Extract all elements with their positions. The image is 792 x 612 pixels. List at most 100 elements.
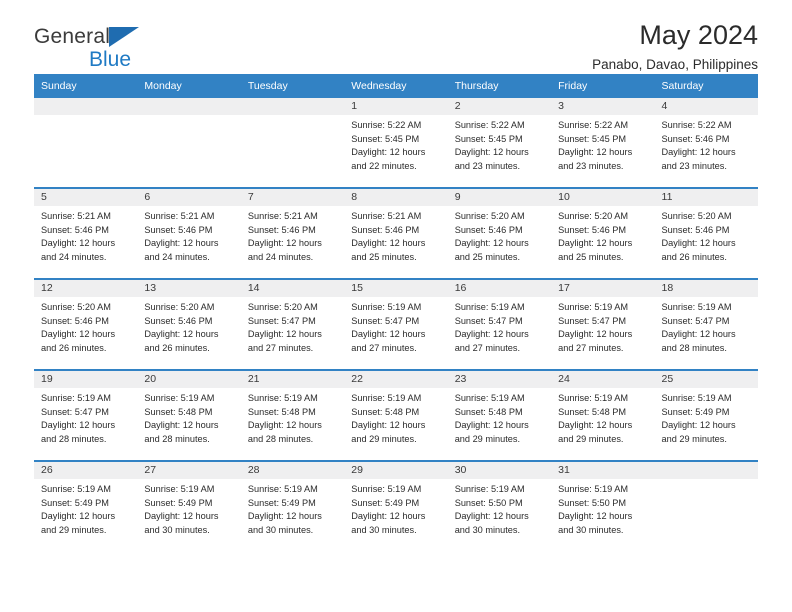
sunrise-text: Sunrise: 5:20 AM (247, 302, 318, 312)
sunrise-text: Sunrise: 5:19 AM (558, 302, 629, 312)
day-cell-content: 11 Sunrise: 5:20 AM Sunset: 5:46 PM Dayligh… (654, 189, 758, 278)
calendar-day-cell[interactable]: 21 Sunrise: 5:19 AM Sunset: 5:48 PM Dayligh… (240, 371, 345, 460)
calendar-day-cell[interactable]: 23 Sunrise: 5:19 AM Sunset: 5:48 PM Dayligh… (447, 371, 552, 460)
calendar-day-cell[interactable]: 28 Sunrise: 5:19 AM Sunset: 5:49 PM Dayligh… (240, 462, 345, 551)
calendar-day-cell[interactable]: 14 Sunrise: 5:20 AM Sunset: 5:47 PM Dayligh… (240, 280, 345, 369)
daylight-text-line2: and 28 minutes. (661, 342, 727, 353)
daylight-text-line1: Daylight: 12 hours (247, 420, 322, 431)
day-number: 13 (137, 280, 241, 297)
daylight-text-line2: and 28 minutes. (144, 433, 210, 444)
daylight-text-line1: Daylight: 12 hours (558, 329, 633, 340)
calendar-day-cell[interactable]: 3 Sunrise: 5:22 AM Sunset: 5:45 PM Daylight… (551, 98, 655, 187)
day-cell-content: 9 Sunrise: 5:20 AM Sunset: 5:46 PM Daylight… (447, 189, 552, 278)
daylight-text-line2: and 26 minutes. (41, 342, 107, 353)
daylight-text-line2: and 26 minutes. (661, 251, 727, 262)
sunrise-text: Sunrise: 5:19 AM (454, 484, 525, 494)
calendar-day-cell[interactable]: 6 Sunrise: 5:21 AM Sunset: 5:46 PM Daylight… (137, 189, 241, 278)
daylight-text-line2: and 24 minutes. (247, 251, 314, 262)
day-number: 3 (551, 98, 655, 115)
day-cell-content: 26 Sunrise: 5:19 AM Sunset: 5:49 PM Dayligh… (34, 462, 138, 551)
weekday-header-tuesday: Tuesday (240, 74, 345, 98)
general-blue-logo[interactable]: General Blue (34, 26, 244, 74)
calendar-day-cell[interactable]: 25 Sunrise: 5:19 AM Sunset: 5:49 PM Dayligh… (654, 371, 758, 460)
sunrise-text: Sunrise: 5:19 AM (661, 393, 732, 403)
daylight-text-line2: and 28 minutes. (41, 433, 107, 444)
day-number: 15 (344, 280, 448, 297)
calendar-day-cell[interactable]: 24 Sunrise: 5:19 AM Sunset: 5:48 PM Dayligh… (551, 371, 655, 460)
daylight-text-line2: and 25 minutes. (351, 251, 417, 262)
sunrise-text: Sunrise: 5:21 AM (144, 211, 215, 221)
day-sun-info: Sunrise: 5:22 AM Sunset: 5:45 PM Daylight:… (344, 115, 447, 173)
day-cell-content: 8 Sunrise: 5:21 AM Sunset: 5:46 PM Daylight… (344, 189, 448, 278)
day-number: 16 (447, 280, 552, 297)
day-sun-info: Sunrise: 5:22 AM Sunset: 5:45 PM Daylight:… (448, 115, 551, 173)
daylight-text-line1: Daylight: 12 hours (661, 420, 736, 431)
calendar-day-cell[interactable]: 31 Sunrise: 5:19 AM Sunset: 5:50 PM Dayligh… (551, 462, 655, 551)
daylight-text-line1: Daylight: 12 hours (558, 511, 633, 522)
sunset-text: Sunset: 5:49 PM (247, 497, 316, 508)
daylight-text-line2: and 23 minutes. (558, 160, 624, 171)
calendar-day-cell[interactable]: 10 Sunrise: 5:20 AM Sunset: 5:46 PM Dayligh… (551, 189, 655, 278)
daylight-text-line2: and 29 minutes. (41, 524, 107, 535)
daylight-text-line1: Daylight: 12 hours (454, 238, 529, 249)
calendar-day-cell[interactable]: 19 Sunrise: 5:19 AM Sunset: 5:47 PM Dayligh… (34, 371, 138, 460)
daylight-text-line1: Daylight: 12 hours (351, 329, 426, 340)
day-sun-info: Sunrise: 5:20 AM Sunset: 5:46 PM Daylight:… (551, 206, 654, 264)
calendar-day-cell[interactable]: 18 Sunrise: 5:19 AM Sunset: 5:47 PM Dayligh… (654, 280, 758, 369)
calendar-day-cell[interactable]: 1 Sunrise: 5:22 AM Sunset: 5:45 PM Daylight… (344, 98, 448, 187)
daylight-text-line1: Daylight: 12 hours (351, 511, 426, 522)
day-sun-info: Sunrise: 5:19 AM Sunset: 5:48 PM Daylight:… (137, 388, 240, 446)
sunrise-text: Sunrise: 5:22 AM (558, 120, 629, 130)
day-number: 25 (654, 371, 758, 388)
sunset-text: Sunset: 5:49 PM (41, 497, 109, 508)
day-cell-content: 19 Sunrise: 5:19 AM Sunset: 5:47 PM Dayligh… (34, 371, 138, 460)
calendar-day-cell[interactable]: 16 Sunrise: 5:19 AM Sunset: 5:47 PM Dayligh… (447, 280, 552, 369)
calendar-day-cell[interactable]: 2 Sunrise: 5:22 AM Sunset: 5:45 PM Daylight… (447, 98, 552, 187)
calendar-day-cell[interactable]: 12 Sunrise: 5:20 AM Sunset: 5:46 PM Dayligh… (34, 280, 138, 369)
sunset-text: Sunset: 5:47 PM (454, 315, 523, 326)
calendar-week-row: 12 Sunrise: 5:20 AM Sunset: 5:46 PM Dayligh… (34, 280, 758, 369)
sunrise-text: Sunrise: 5:19 AM (144, 393, 215, 403)
calendar-day-cell[interactable]: 26 Sunrise: 5:19 AM Sunset: 5:49 PM Dayligh… (34, 462, 138, 551)
daylight-text-line1: Daylight: 12 hours (661, 329, 736, 340)
calendar-day-cell[interactable]: 7 Sunrise: 5:21 AM Sunset: 5:46 PM Daylight… (240, 189, 345, 278)
day-number (654, 462, 758, 479)
sunset-text: Sunset: 5:46 PM (661, 133, 730, 144)
day-cell-content: 12 Sunrise: 5:20 AM Sunset: 5:46 PM Dayligh… (34, 280, 138, 369)
day-number: 22 (344, 371, 448, 388)
calendar-day-cell-empty (654, 462, 758, 551)
day-number: 14 (240, 280, 345, 297)
sunrise-text: Sunrise: 5:20 AM (41, 302, 111, 312)
calendar-day-cell-empty (240, 98, 345, 187)
weekday-header-sunday: Sunday (34, 74, 138, 98)
calendar-day-cell[interactable]: 29 Sunrise: 5:19 AM Sunset: 5:49 PM Dayligh… (344, 462, 448, 551)
calendar-day-cell[interactable]: 13 Sunrise: 5:20 AM Sunset: 5:46 PM Dayligh… (137, 280, 241, 369)
calendar-day-cell[interactable]: 11 Sunrise: 5:20 AM Sunset: 5:46 PM Dayligh… (654, 189, 758, 278)
sunrise-text: Sunrise: 5:19 AM (558, 393, 629, 403)
day-sun-info: Sunrise: 5:19 AM Sunset: 5:49 PM Daylight:… (34, 479, 137, 537)
calendar-day-cell[interactable]: 20 Sunrise: 5:19 AM Sunset: 5:48 PM Dayligh… (137, 371, 241, 460)
calendar-day-cell[interactable]: 30 Sunrise: 5:19 AM Sunset: 5:50 PM Dayligh… (447, 462, 552, 551)
daylight-text-line2: and 23 minutes. (661, 160, 727, 171)
calendar-day-cell[interactable]: 5 Sunrise: 5:21 AM Sunset: 5:46 PM Daylight… (34, 189, 138, 278)
sunset-text: Sunset: 5:45 PM (351, 133, 420, 144)
day-number: 6 (137, 189, 241, 206)
daylight-text-line1: Daylight: 12 hours (41, 420, 116, 431)
day-cell-content: 3 Sunrise: 5:22 AM Sunset: 5:45 PM Daylight… (551, 98, 655, 187)
calendar-day-cell[interactable]: 8 Sunrise: 5:21 AM Sunset: 5:46 PM Daylight… (344, 189, 448, 278)
calendar-day-cell[interactable]: 4 Sunrise: 5:22 AM Sunset: 5:46 PM Daylight… (654, 98, 758, 187)
sunset-text: Sunset: 5:46 PM (558, 224, 627, 235)
sunset-text: Sunset: 5:50 PM (558, 497, 627, 508)
day-sun-info: Sunrise: 5:20 AM Sunset: 5:46 PM Daylight:… (448, 206, 551, 264)
calendar-header-row: Sunday Monday Tuesday Wednesday Thursday… (34, 74, 758, 98)
calendar-day-cell[interactable]: 27 Sunrise: 5:19 AM Sunset: 5:49 PM Dayligh… (137, 462, 241, 551)
calendar-day-cell[interactable]: 22 Sunrise: 5:19 AM Sunset: 5:48 PM Dayligh… (344, 371, 448, 460)
day-sun-info: Sunrise: 5:20 AM Sunset: 5:46 PM Daylight:… (655, 206, 758, 264)
calendar-day-cell[interactable]: 17 Sunrise: 5:19 AM Sunset: 5:47 PM Dayligh… (551, 280, 655, 369)
calendar-day-cell[interactable]: 9 Sunrise: 5:20 AM Sunset: 5:46 PM Daylight… (447, 189, 552, 278)
sunrise-text: Sunrise: 5:19 AM (558, 484, 629, 494)
sunset-text: Sunset: 5:48 PM (247, 406, 316, 417)
day-number: 12 (34, 280, 138, 297)
calendar-day-cell[interactable]: 15 Sunrise: 5:19 AM Sunset: 5:47 PM Dayligh… (344, 280, 448, 369)
sunset-text: Sunset: 5:45 PM (454, 133, 523, 144)
